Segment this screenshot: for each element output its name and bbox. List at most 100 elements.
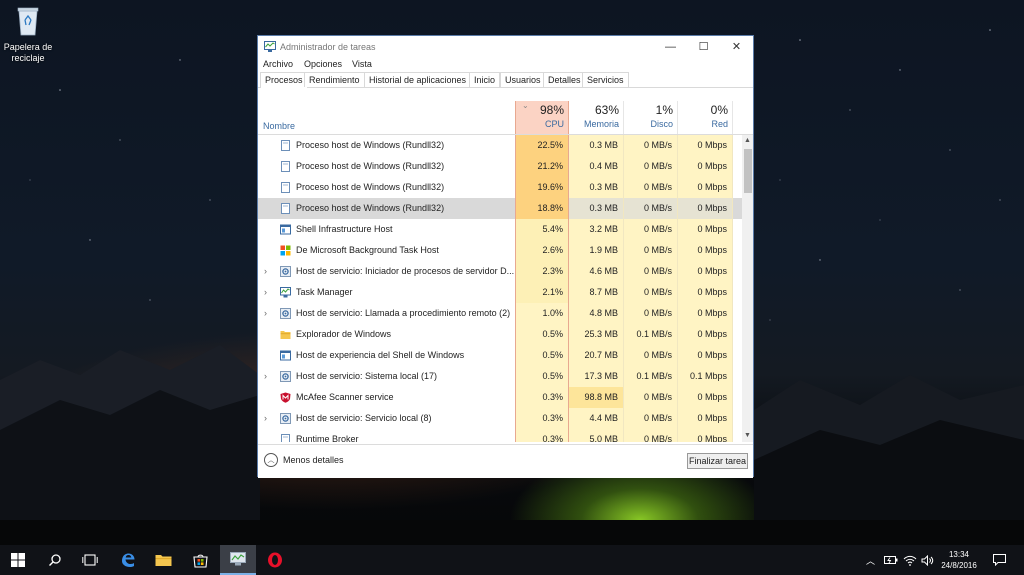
memory-label: Memoria: [583, 119, 619, 129]
generic-process-icon: [281, 203, 290, 214]
task-manager-taskbar-button[interactable]: [220, 545, 256, 575]
tab-services[interactable]: Servicios: [582, 72, 629, 87]
process-memory: 4.6 MB: [569, 261, 624, 282]
clock-date: 24/8/2016: [941, 561, 977, 570]
close-button[interactable]: ✕: [720, 36, 753, 57]
minimize-button[interactable]: —: [654, 36, 687, 57]
store-taskbar-button[interactable]: [183, 545, 217, 575]
task-view-button[interactable]: [73, 545, 107, 575]
process-network: 0 Mbps: [678, 135, 733, 156]
scroll-thumb[interactable]: [744, 149, 752, 193]
task-manager-window: Administrador de tareas — ☐ ✕ Archivo Op…: [257, 35, 754, 478]
menu-view[interactable]: Vista: [352, 59, 372, 69]
expand-chevron-icon[interactable]: ›: [264, 282, 267, 303]
process-row[interactable]: Proceso host de Windows (Rundll32) 18.8% 0…: [258, 198, 742, 219]
start-button[interactable]: [0, 545, 36, 575]
process-cpu: 0.5%: [515, 366, 569, 387]
column-disk[interactable]: 1% Disco: [624, 101, 678, 134]
speaker-icon: [921, 554, 934, 566]
tab-users[interactable]: Usuarios: [500, 72, 546, 87]
expand-chevron-icon[interactable]: ›: [264, 366, 267, 387]
menu-options[interactable]: Opciones: [304, 59, 342, 69]
recycle-bin-shortcut[interactable]: Papelera de reciclaje: [2, 6, 54, 64]
vertical-scrollbar[interactable]: ▲ ▼: [742, 135, 753, 442]
process-row[interactable]: Proceso host de Windows (Rundll32) 22.5% 0…: [258, 135, 742, 156]
column-network[interactable]: 0% Red: [678, 101, 733, 134]
search-button[interactable]: [38, 545, 72, 575]
process-network: 0 Mbps: [678, 303, 733, 324]
process-cpu: 22.5%: [515, 135, 569, 156]
column-name[interactable]: Nombre: [263, 121, 295, 131]
process-name: Proceso host de Windows (Rundll32): [296, 182, 445, 192]
process-row[interactable]: De Microsoft Background Task Host 2.6% 1.9…: [258, 240, 742, 261]
expand-chevron-icon[interactable]: ›: [264, 261, 267, 282]
action-center-button[interactable]: [993, 545, 1006, 575]
column-cpu[interactable]: ⌄ 98% CPU: [515, 101, 569, 134]
expand-chevron-icon[interactable]: ›: [264, 408, 267, 429]
maximize-button[interactable]: ☐: [687, 36, 720, 57]
process-memory: 25.3 MB: [569, 324, 624, 345]
process-row[interactable]: › Host de servicio: Sistema local (17) 0.5…: [258, 366, 742, 387]
process-network: 0 Mbps: [678, 282, 733, 303]
opera-taskbar-button[interactable]: [257, 545, 293, 575]
process-disk: 0 MB/s: [624, 135, 678, 156]
process-cpu: 2.1%: [515, 282, 569, 303]
process-disk: 0 MB/s: [624, 198, 678, 219]
process-memory: 0.4 MB: [569, 156, 624, 177]
system-clock[interactable]: 13:34 24/8/2016: [936, 549, 982, 571]
scroll-down-arrow-icon[interactable]: ▼: [742, 432, 753, 439]
process-row[interactable]: Host de experiencia del Shell de Windows…: [258, 345, 742, 366]
end-task-button[interactable]: Finalizar tarea: [687, 453, 748, 469]
process-cpu: 0.3%: [515, 429, 569, 442]
close-icon: ✕: [731, 41, 742, 53]
process-row[interactable]: › Host de servicio: Iniciador de procesos…: [258, 261, 742, 282]
process-cpu: 21.2%: [515, 156, 569, 177]
less-details-button[interactable]: ︿ Menos detalles: [264, 453, 344, 467]
task-view-icon: [82, 554, 98, 566]
expand-chevron-icon[interactable]: ›: [264, 303, 267, 324]
process-row[interactable]: Proceso host de Windows (Rundll32) 19.6% 0…: [258, 177, 742, 198]
process-row[interactable]: › Host de servicio: Llamada a procedimien…: [258, 303, 742, 324]
network-status[interactable]: [903, 545, 917, 575]
tab-processes[interactable]: Procesos: [260, 72, 308, 88]
tab-details[interactable]: Detalles: [543, 72, 586, 87]
menu-file[interactable]: Archivo: [263, 59, 293, 69]
chevron-up-icon: ︿: [264, 453, 278, 467]
process-disk: 0 MB/s: [624, 261, 678, 282]
process-name: Shell Infrastructure Host: [296, 224, 393, 234]
disk-total: 1%: [655, 103, 673, 117]
sort-descending-icon: ⌄: [522, 101, 529, 110]
process-disk: 0 MB/s: [624, 345, 678, 366]
process-network: 0 Mbps: [678, 429, 733, 442]
file-explorer-taskbar-button[interactable]: [146, 545, 180, 575]
process-row[interactable]: Shell Infrastructure Host 5.4% 3.2 MB 0 MB/…: [258, 219, 742, 240]
tab-performance[interactable]: Rendimiento: [304, 72, 365, 87]
process-row[interactable]: › Task Manager 2.1% 8.7 MB 0 MB/s 0 Mbps: [258, 282, 742, 303]
recycle-bin-label: Papelera de reciclaje: [3, 42, 53, 63]
process-name: Explorador de Windows: [296, 329, 392, 339]
tab-startup[interactable]: Inicio: [469, 72, 501, 87]
process-cpu: 0.3%: [515, 387, 569, 408]
process-row[interactable]: Proceso host de Windows (Rundll32) 21.2% 0…: [258, 156, 742, 177]
windows-start-icon: [11, 553, 25, 567]
process-row[interactable]: › Host de servicio: Servicio local (8) 0.3…: [258, 408, 742, 429]
process-network: 0 Mbps: [678, 156, 733, 177]
process-row[interactable]: Runtime Broker 0.3% 5.0 MB 0 MB/s 0 Mbps: [258, 429, 742, 442]
process-row[interactable]: Explorador de Windows 0.5% 25.3 MB 0.1 MB/s…: [258, 324, 742, 345]
process-memory: 0.3 MB: [569, 177, 624, 198]
window-app-icon: [280, 350, 291, 361]
tab-app-history[interactable]: Historial de aplicaciones: [364, 72, 472, 87]
scroll-up-arrow-icon[interactable]: ▲: [742, 137, 753, 144]
process-row[interactable]: McAfee Scanner service 0.3% 98.8 MB 0 MB/s 0…: [258, 387, 742, 408]
process-memory: 8.7 MB: [569, 282, 624, 303]
process-memory: 3.2 MB: [569, 219, 624, 240]
show-hidden-icons-button[interactable]: ︿: [866, 545, 875, 575]
battery-status[interactable]: [884, 545, 898, 575]
process-name: Host de servicio: Llamada a procedimient…: [296, 308, 511, 318]
volume-control[interactable]: [921, 545, 934, 575]
edge-taskbar-button[interactable]: [111, 545, 145, 575]
process-name: Proceso host de Windows (Rundll32): [296, 161, 445, 171]
column-memory[interactable]: 63% Memoria: [569, 101, 624, 134]
title-bar[interactable]: Administrador de tareas — ☐ ✕: [258, 36, 753, 57]
process-cpu: 0.3%: [515, 408, 569, 429]
